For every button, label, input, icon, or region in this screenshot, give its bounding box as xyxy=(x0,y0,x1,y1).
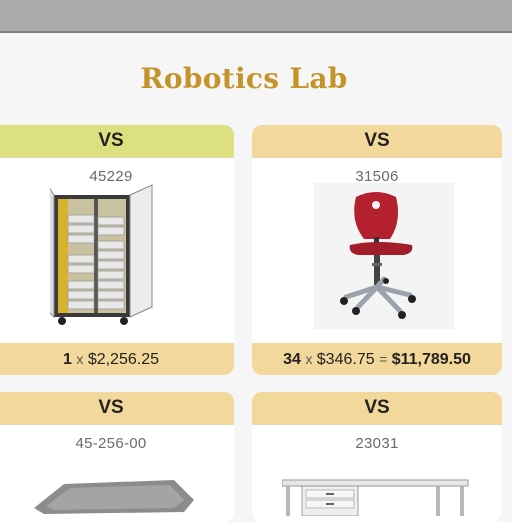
unit-price: $346.75 xyxy=(316,351,375,368)
equals-sign: = xyxy=(379,351,388,367)
quantity: 1 xyxy=(63,351,72,368)
price-summary: 1 x $2,256.25 xyxy=(0,343,234,375)
quantity: 34 xyxy=(283,351,301,368)
unit-price: $2,256.25 xyxy=(87,351,159,368)
card-header: VS xyxy=(252,392,502,425)
price-summary: 34 x $346.75 = $11,789.50 xyxy=(252,343,502,375)
white-desk-icon xyxy=(281,476,472,521)
red-swivel-chair-icon xyxy=(314,183,454,334)
total-price: $11,789.50 xyxy=(391,351,471,368)
gray-tray-icon xyxy=(24,478,200,522)
product-card[interactable]: VS 23031 xyxy=(252,392,502,522)
product-card[interactable]: VS 45229 1 x $2,256.25 xyxy=(0,125,234,375)
page-title: Robotics Lab xyxy=(140,62,348,95)
times-sign: x xyxy=(305,351,313,367)
product-card[interactable]: VS 45-256-00 xyxy=(0,392,234,522)
times-sign: x xyxy=(76,351,84,367)
card-header: VS xyxy=(252,125,502,158)
product-card[interactable]: VS 31506 34 x $346.75 = $11,789.50 xyxy=(252,125,502,375)
product-code: 45-256-00 xyxy=(75,435,147,452)
storage-cabinet-icon xyxy=(45,177,156,332)
card-header: VS xyxy=(0,392,234,425)
product-code: 23031 xyxy=(355,435,399,452)
card-header: VS xyxy=(0,125,234,158)
top-bar xyxy=(0,0,512,33)
